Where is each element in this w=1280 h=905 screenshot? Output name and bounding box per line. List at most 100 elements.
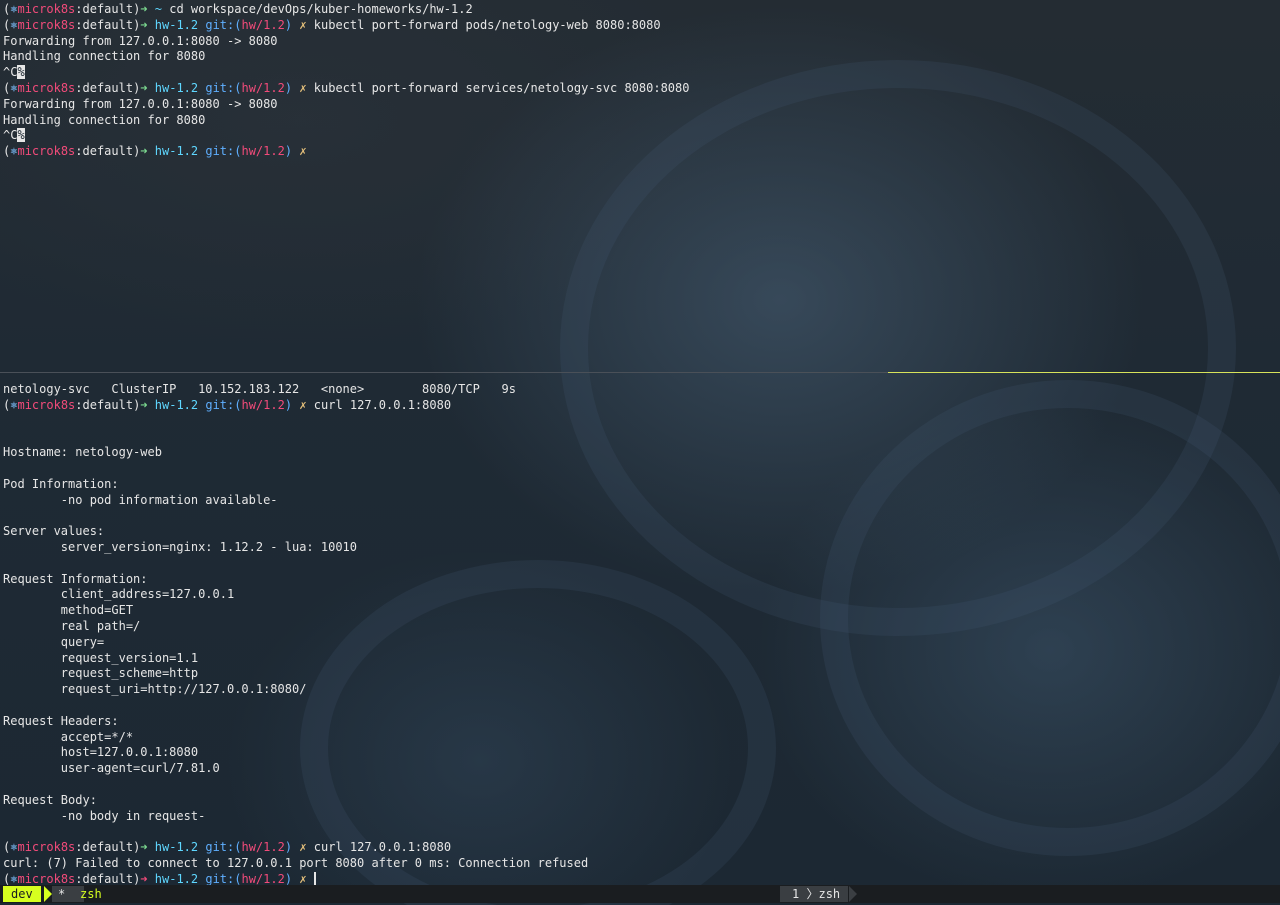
prompt-line: (⎈microk8s:default)➜ hw-1.2 git:(hw/1.2)… [3, 839, 451, 855]
git-dirty-icon: ✗ [299, 81, 307, 95]
prompt-line: (⎈microk8s:default)➜ hw-1.2 git:(hw/1.2)… [3, 143, 307, 159]
window-tab-zsh[interactable]: zsh [74, 886, 108, 902]
output-line: query= [3, 634, 104, 650]
git-label: git:( [205, 397, 242, 412]
git-branch: hw/1.2 [241, 81, 285, 95]
powerline-separator [44, 886, 52, 902]
kube-namespace: :default) [75, 81, 141, 95]
output-line: Hostname: netology-web [3, 444, 162, 460]
terminal-pane-top[interactable]: (⎈microk8s:default)➜ ~ cd workspace/devO… [0, 0, 1280, 372]
current-directory: hw-1.2 [154, 81, 199, 95]
git-branch: hw/1.2 [241, 871, 285, 886]
current-directory: ~ [154, 2, 162, 16]
interrupt-line: ^C% [3, 127, 25, 143]
kube-context: microk8s [17, 840, 76, 855]
output-line: Request Information: [3, 571, 148, 587]
output-text: Handling connection for 8080 [3, 112, 206, 127]
output-line: request_uri=http://127.0.0.1:8080/ [3, 681, 307, 697]
kube-namespace: :default) [75, 17, 141, 32]
git-label: ) [284, 840, 293, 855]
current-directory: hw-1.2 [154, 840, 199, 855]
output-text: method=GET [3, 603, 134, 618]
git-dirty-icon: ✗ [299, 397, 307, 412]
output-text: Request Body: [3, 792, 97, 807]
output-text: request_version=1.1 [3, 650, 199, 665]
output-line: Request Body: [3, 792, 97, 808]
output-text: Request Information: [3, 571, 148, 586]
output-text: accept=*/* [3, 729, 134, 744]
command-text: curl 127.0.0.1:8080 [313, 397, 452, 412]
git-dirty-icon: ✗ [299, 17, 307, 32]
output-text: user-agent=curl/7.81.0 [3, 761, 220, 776]
git-branch: hw/1.2 [241, 397, 285, 412]
output-text: real path=/ [3, 619, 141, 633]
output-line: method=GET [3, 602, 133, 618]
kube-context: microk8s [17, 81, 76, 95]
prompt-line: (⎈microk8s:default)➜ hw-1.2 git:(hw/1.2)… [3, 80, 689, 96]
prompt-arrow-icon: ➜ [140, 397, 148, 412]
tmux-status-bar: dev * zsh 1 〉zsh [0, 885, 1280, 903]
pane-command: zsh [818, 887, 841, 901]
git-dirty-icon: ✗ [299, 840, 307, 855]
output-line: user-agent=curl/7.81.0 [3, 760, 220, 776]
git-branch: hw/1.2 [241, 144, 285, 159]
session-name[interactable]: dev [3, 886, 41, 902]
output-line: Forwarding from 127.0.0.1:8080 -> 8080 [3, 96, 278, 112]
interrupt-line: ^C% [3, 64, 25, 80]
current-directory: hw-1.2 [154, 871, 199, 886]
git-label: git:( [205, 144, 242, 159]
output-line: accept=*/* [3, 729, 133, 745]
error-line: curl: (7) Failed to connect to 127.0.0.1… [3, 855, 588, 871]
git-dirty-icon: ✗ [299, 144, 307, 159]
pane-index: 1 [792, 887, 800, 901]
output-line: real path=/ [3, 618, 140, 634]
output-text: client_address=127.0.0.1 [3, 587, 235, 602]
output-line: Pod Information: [3, 476, 119, 492]
kube-context: microk8s [17, 397, 76, 412]
output-line: server_version=nginx: 1.12.2 - lua: 1001… [3, 539, 357, 555]
output-text: request_scheme=http [3, 666, 199, 681]
output-text: query= [3, 634, 105, 649]
kube-context: microk8s [17, 871, 76, 886]
prompt-arrow-icon: ➜ [140, 17, 148, 32]
output-line: -no pod information available- [3, 492, 278, 508]
error-text: curl: (7) Failed to connect to 127.0.0.1… [3, 856, 589, 870]
output-line: Handling connection for 8080 [3, 112, 205, 128]
kube-namespace: :default) [75, 840, 141, 855]
output-line: request_scheme=http [3, 665, 198, 681]
kube-namespace: :default) [75, 144, 141, 159]
kube-namespace: :default) [75, 397, 141, 412]
interrupt-text: ^C [3, 128, 18, 143]
prompt-line: (⎈microk8s:default)➜ hw-1.2 git:(hw/1.2)… [3, 397, 451, 413]
output-line: Forwarding from 127.0.0.1:8080 -> 8080 [3, 33, 278, 49]
kube-namespace: :default) [75, 871, 141, 886]
output-line: Handling connection for 8080 [3, 48, 205, 64]
git-label: ) [284, 81, 293, 95]
current-directory: hw-1.2 [154, 17, 199, 32]
current-directory: hw-1.2 [154, 397, 199, 412]
output-text: Hostname: netology-web [3, 445, 162, 460]
git-label: ) [284, 397, 293, 412]
output-text: Request Headers: [3, 713, 119, 728]
prompt-line: (⎈microk8s:default)➜ hw-1.2 git:(hw/1.2)… [3, 17, 661, 33]
command-text: cd workspace/devOps/kuber-homeworks/hw-1… [169, 2, 473, 16]
output-text: request_uri=http://127.0.0.1:8080/ [3, 682, 307, 697]
git-label: git:( [205, 81, 242, 95]
powerline-separator [849, 886, 857, 902]
output-text: Handling connection for 8080 [3, 49, 206, 64]
prompt-arrow-icon: ➜ [140, 840, 148, 855]
service-row: netology-svc ClusterIP 10.152.183.122 <n… [3, 381, 516, 397]
prompt-line: (⎈microk8s:default)➜ ~ cd workspace/devO… [3, 1, 473, 17]
output-text: host=127.0.0.1:8080 [3, 745, 199, 760]
status-right: 1 〉zsh [780, 886, 849, 902]
terminal-pane-bottom[interactable]: netology-svc ClusterIP 10.152.183.122 <n… [0, 380, 1280, 887]
kube-namespace: :default) [75, 2, 141, 16]
selection-marker: % [17, 65, 25, 80]
output-text: server_version=nginx: 1.12.2 - lua: 1001… [3, 540, 358, 554]
output-text: -no body in request- [3, 808, 206, 823]
output-text: Pod Information: [3, 476, 119, 491]
output-line: Server values: [3, 523, 104, 539]
interrupt-text: ^C [3, 65, 18, 80]
git-branch: hw/1.2 [241, 17, 285, 32]
output-line: host=127.0.0.1:8080 [3, 744, 198, 760]
